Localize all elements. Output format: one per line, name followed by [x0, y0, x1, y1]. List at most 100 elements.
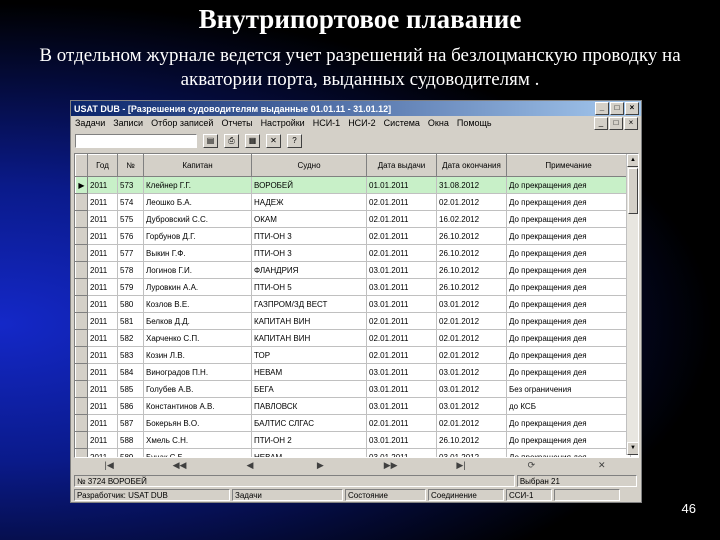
- cell-issue-date[interactable]: 02.01.2011: [366, 193, 437, 211]
- row-indicator[interactable]: [75, 414, 88, 432]
- cell-issue-date[interactable]: 02.01.2011: [366, 244, 437, 262]
- cell-captain[interactable]: Клейнер Г.Г.: [143, 176, 252, 194]
- cell-captain[interactable]: Бунак С.Б.: [143, 448, 252, 457]
- menu-system[interactable]: Система: [384, 118, 420, 128]
- mdi-restore-button[interactable]: □: [609, 117, 623, 130]
- table-row[interactable]: 2011 587 Бокерьян В.О. БАЛТИС СЛГАС 02.01.20…: [75, 414, 631, 432]
- mdi-close-button[interactable]: ×: [624, 117, 638, 130]
- window-titlebar[interactable]: USAT DUB - [Разрешения судоводителям выд…: [71, 101, 641, 116]
- cell-captain[interactable]: Выкин Г.Ф.: [143, 244, 252, 262]
- cell-note[interactable]: до КСБ: [506, 397, 631, 415]
- cell-issue-date[interactable]: 02.01.2011: [366, 414, 437, 432]
- column-header-year[interactable]: Год: [87, 154, 118, 177]
- row-indicator[interactable]: [75, 295, 88, 313]
- scroll-down-icon[interactable]: ▼: [627, 442, 638, 455]
- cell-issue-date[interactable]: 03.01.2011: [366, 448, 437, 457]
- cell-number[interactable]: 586: [117, 397, 144, 415]
- cell-vessel[interactable]: БЕГА: [251, 380, 367, 398]
- table-row[interactable]: 2011 584 Виноградов П.Н. НЕВАМ 03.01.2011 03.…: [75, 363, 631, 381]
- nav-last-icon[interactable]: ▶|: [451, 460, 471, 471]
- cell-issue-date[interactable]: 03.01.2011: [366, 380, 437, 398]
- cell-number[interactable]: 587: [117, 414, 144, 432]
- cell-year[interactable]: 2011: [87, 244, 118, 262]
- table-row[interactable]: 2011 575 Дубровский С.С. ОКАМ 02.01.2011 16.0…: [75, 210, 631, 228]
- column-header-note[interactable]: Примечание: [506, 154, 631, 177]
- cell-vessel[interactable]: ОКАМ: [251, 210, 367, 228]
- cell-captain[interactable]: Козлов В.Е.: [143, 295, 252, 313]
- cell-captain[interactable]: Харченко С.П.: [143, 329, 252, 347]
- row-indicator[interactable]: [75, 329, 88, 347]
- row-indicator[interactable]: [75, 380, 88, 398]
- cell-vessel[interactable]: НЕВАМ: [251, 363, 367, 381]
- cell-note[interactable]: До прекращения дея: [506, 176, 631, 194]
- cell-number[interactable]: 579: [117, 278, 144, 296]
- cell-vessel[interactable]: КАПИТАН ВИН: [251, 312, 367, 330]
- cell-end-date[interactable]: 03.01.2012: [436, 295, 507, 313]
- cell-number[interactable]: 574: [117, 193, 144, 211]
- cell-year[interactable]: 2011: [87, 261, 118, 279]
- cell-year[interactable]: 2011: [87, 329, 118, 347]
- column-header-number[interactable]: №: [117, 154, 144, 177]
- nav-prev-icon[interactable]: ◀: [240, 460, 260, 471]
- cell-end-date[interactable]: 26.10.2012: [436, 431, 507, 449]
- table-row[interactable]: 2011 576 Горбунов Д.Г. ПТИ-ОН 3 02.01.2011 26…: [75, 227, 631, 245]
- cell-end-date[interactable]: 03.01.2012: [436, 397, 507, 415]
- cell-year[interactable]: 2011: [87, 380, 118, 398]
- minimize-button[interactable]: _: [595, 102, 609, 115]
- table-row[interactable]: 2011 583 Козин Л.В. ТОР 02.01.2011 02.01.2012…: [75, 346, 631, 364]
- cell-note[interactable]: До прекращения дея: [506, 346, 631, 364]
- row-indicator[interactable]: [75, 261, 88, 279]
- row-indicator[interactable]: [75, 210, 88, 228]
- cell-note[interactable]: До прекращения дея: [506, 363, 631, 381]
- table-row[interactable]: 2011 578 Логинов Г.И. ФЛАНДРИЯ 03.01.2011 26.…: [75, 261, 631, 279]
- cell-vessel[interactable]: ПТИ-ОН 3: [251, 227, 367, 245]
- cell-captain[interactable]: Виноградов П.Н.: [143, 363, 252, 381]
- cell-number[interactable]: 582: [117, 329, 144, 347]
- cell-end-date[interactable]: 16.02.2012: [436, 210, 507, 228]
- list-icon[interactable]: ▤: [203, 134, 218, 148]
- cell-end-date[interactable]: 02.01.2012: [436, 312, 507, 330]
- cell-issue-date[interactable]: 03.01.2011: [366, 397, 437, 415]
- cell-note[interactable]: До прекращения дея: [506, 193, 631, 211]
- cell-issue-date[interactable]: 02.01.2011: [366, 227, 437, 245]
- cell-vessel[interactable]: ГАЗПРОМ/ЗД ВЕСТ: [251, 295, 367, 313]
- column-header-end-date[interactable]: Дата окончания: [436, 154, 507, 177]
- nav-next-page-icon[interactable]: ▶▶: [381, 460, 401, 471]
- menu-reports[interactable]: Отчеты: [221, 118, 252, 128]
- cell-vessel[interactable]: ПТИ-ОН 5: [251, 278, 367, 296]
- cell-vessel[interactable]: ВОРОБЕЙ: [251, 176, 367, 194]
- cell-issue-date[interactable]: 02.01.2011: [366, 312, 437, 330]
- mdi-minimize-button[interactable]: _: [594, 117, 608, 130]
- column-header-captain[interactable]: Капитан: [143, 154, 252, 177]
- cell-end-date[interactable]: 26.10.2012: [436, 244, 507, 262]
- cell-vessel[interactable]: ПТИ-ОН 2: [251, 431, 367, 449]
- nav-first-icon[interactable]: |◀: [99, 460, 119, 471]
- vertical-scrollbar[interactable]: ▲ ▼: [626, 154, 638, 455]
- cell-note[interactable]: Без ограничения: [506, 380, 631, 398]
- cell-end-date[interactable]: 02.01.2012: [436, 193, 507, 211]
- cell-number[interactable]: 589: [117, 448, 144, 457]
- cell-note[interactable]: До прекращения дея: [506, 261, 631, 279]
- cell-vessel[interactable]: НЕВАМ: [251, 448, 367, 457]
- cell-vessel[interactable]: БАЛТИС СЛГАС: [251, 414, 367, 432]
- cell-end-date[interactable]: 03.01.2012: [436, 380, 507, 398]
- cell-vessel[interactable]: ПТИ-ОН 3: [251, 244, 367, 262]
- table-row[interactable]: 2011 580 Козлов В.Е. ГАЗПРОМ/ЗД ВЕСТ 03.01.2…: [75, 295, 631, 313]
- row-indicator[interactable]: [75, 448, 88, 457]
- cell-end-date[interactable]: 26.10.2012: [436, 227, 507, 245]
- nav-cancel-icon[interactable]: ✕: [592, 460, 612, 471]
- cell-captain[interactable]: Белков Д.Д.: [143, 312, 252, 330]
- cell-end-date[interactable]: 03.01.2012: [436, 363, 507, 381]
- menu-settings[interactable]: Настройки: [261, 118, 305, 128]
- help-icon[interactable]: ?: [287, 134, 302, 148]
- cell-captain[interactable]: Голубев А.В.: [143, 380, 252, 398]
- menu-windows[interactable]: Окна: [428, 118, 449, 128]
- table-row[interactable]: 2011 586 Константинов А.В. ПАВЛОВСК 03.01.20…: [75, 397, 631, 415]
- nav-refresh-icon[interactable]: ⟳: [521, 460, 541, 471]
- table-row[interactable]: 2011 582 Харченко С.П. КАПИТАН ВИН 02.01.201…: [75, 329, 631, 347]
- table-row[interactable]: 2011 579 Луровкин А.А. ПТИ-ОН 5 03.01.2011 26…: [75, 278, 631, 296]
- cell-number[interactable]: 573: [117, 176, 144, 194]
- column-header-issue-date[interactable]: Дата выдачи: [366, 154, 437, 177]
- cell-issue-date[interactable]: 03.01.2011: [366, 431, 437, 449]
- cell-note[interactable]: До прекращения дея: [506, 295, 631, 313]
